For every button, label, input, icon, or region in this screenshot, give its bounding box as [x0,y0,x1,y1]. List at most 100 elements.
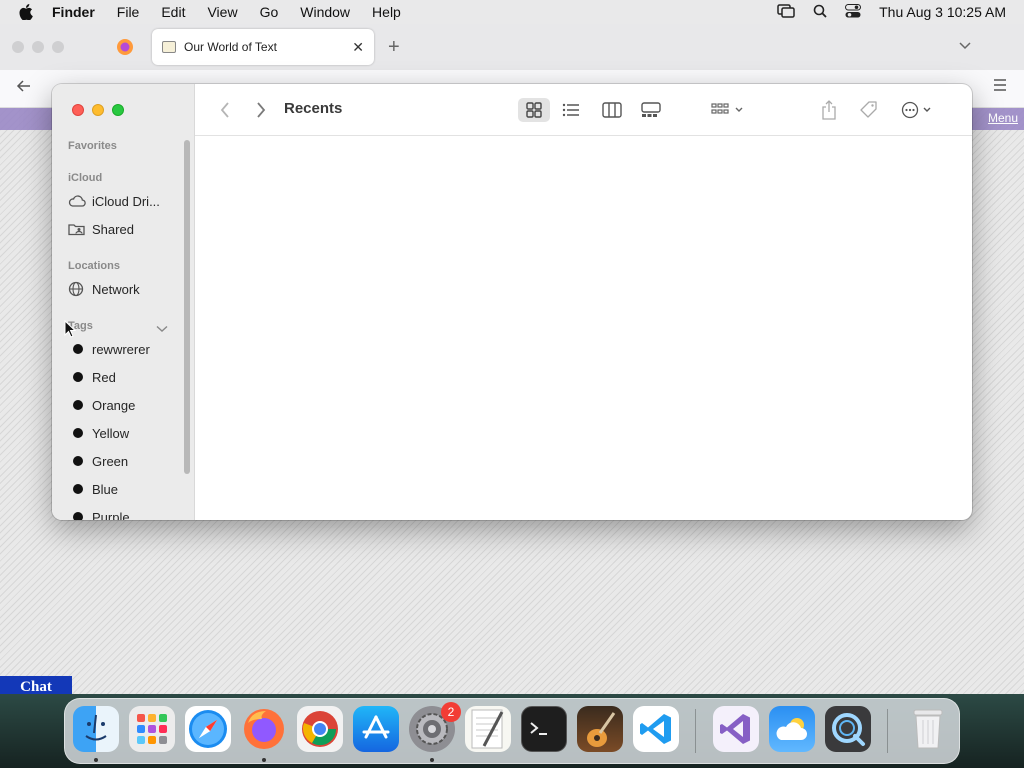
tag-label: Orange [92,397,136,413]
sidebar-header-favorites[interactable]: Favorites [68,140,117,152]
tag-dot-icon [73,456,83,466]
menu-go[interactable]: Go [260,4,279,20]
app-store-dock-icon[interactable] [353,706,399,752]
more-icon[interactable] [899,98,939,122]
spotlight-search-icon[interactable] [813,4,827,21]
textedit-dock-icon[interactable] [465,706,511,752]
screen-mirroring-icon[interactable] [777,3,795,21]
tag-icon[interactable] [857,98,881,122]
finder-window: Favorites iCloud iCloud Dri... Shared Lo… [52,84,972,520]
menu-edit[interactable]: Edit [161,4,185,20]
vscode-dock-icon[interactable] [633,706,679,752]
tag-label: Yellow [92,425,130,441]
column-view-icon[interactable] [597,98,627,122]
sidebar-tag-item[interactable]: Green [68,450,180,472]
zoom-button[interactable] [112,104,124,116]
quicktime-dock-icon[interactable] [825,706,871,752]
menu-app-finder[interactable]: Finder [52,4,95,20]
tag-dot-icon [73,512,83,520]
sidebar-tag-item[interactable]: Red [68,366,180,388]
sidebar-item-label: Network [92,281,140,297]
sidebar-tag-item[interactable]: Yellow [68,422,180,444]
file-browser-area[interactable] [195,136,972,520]
running-indicator [94,758,98,762]
running-indicator [430,758,434,762]
sidebar-header-icloud[interactable]: iCloud [68,172,102,184]
garageband-dock-icon[interactable] [577,706,623,752]
terminal-dock-icon[interactable] [521,706,567,752]
sidebar-item-label: Shared [92,221,134,237]
launchpad-dock-icon[interactable] [129,706,175,752]
menu-file[interactable]: File [117,4,140,20]
sidebar-tag-item[interactable]: Orange [68,394,180,416]
menu-clock[interactable]: Thu Aug 3 10:25 AM [879,4,1006,20]
finder-dock-icon[interactable] [73,706,119,752]
weather-dock-icon[interactable] [769,706,815,752]
dock-separator [695,709,696,753]
firefox-view-icon[interactable] [116,38,134,56]
tab-favicon-icon [162,41,176,53]
tab-list-chevron-icon[interactable] [958,38,972,56]
safari-dock-icon[interactable] [185,706,231,752]
icon-view-icon[interactable] [518,98,550,122]
sidebar-item-network[interactable]: Network [68,278,180,300]
close-button[interactable] [72,104,84,116]
finder-window-controls [72,104,124,116]
dock: 2 [64,698,960,764]
trash-dock-icon[interactable] [905,706,951,752]
sidebar-item-shared[interactable]: Shared [68,218,180,240]
tag-label: rewwrerer [92,341,150,357]
apple-menu-icon[interactable] [0,4,52,20]
tag-label: Red [92,369,116,385]
list-view-icon[interactable] [557,98,585,122]
sidebar-scrollbar[interactable] [184,140,190,474]
browser-zoom-button[interactable] [52,41,64,53]
back-icon[interactable] [215,98,235,122]
tags-collapse-chevron-icon[interactable] [156,320,168,338]
menu-window[interactable]: Window [300,4,350,20]
notification-badge: 2 [441,702,461,722]
browser-tab[interactable]: Our World of Text ✕ [152,29,374,65]
tag-label: Green [92,453,129,469]
gallery-view-icon[interactable] [635,98,667,122]
sidebar-tag-item[interactable]: Purple [68,506,180,520]
tag-label: Purple [92,509,130,521]
mouse-pointer-icon [64,320,76,338]
browser-minimize-button[interactable] [32,41,44,53]
tag-dot-icon [73,428,83,438]
menu-help[interactable]: Help [372,4,401,20]
new-tab-icon[interactable]: + [388,36,400,59]
share-icon[interactable] [817,98,841,122]
finder-sidebar: Favorites iCloud iCloud Dri... Shared Lo… [52,84,195,520]
browser-window-controls[interactable] [12,41,64,53]
sidebar-item-label: iCloud Dri... [92,193,160,209]
chrome-dock-icon[interactable] [297,706,343,752]
tab-close-icon[interactable]: ✕ [352,39,364,56]
sidebar-tag-item[interactable]: rewwrerer [68,338,180,360]
cloud-icon [68,195,92,207]
finder-content: Recents [195,84,972,520]
menu-view[interactable]: View [207,4,237,20]
sidebar-tag-item[interactable]: Blue [68,478,180,500]
globe-icon [68,281,92,297]
control-center-icon[interactable] [845,3,862,21]
browser-menu-icon[interactable] [992,78,1008,97]
window-title: Recents [284,100,343,117]
tag-label: Blue [92,481,119,497]
tag-dot-icon [73,372,83,382]
page-menu-link[interactable]: Menu [988,111,1018,125]
tag-dot-icon [73,484,83,494]
forward-icon[interactable] [251,98,271,122]
shared-folder-icon [68,222,92,236]
tag-dot-icon [73,344,83,354]
sidebar-header-locations[interactable]: Locations [68,260,120,272]
visual-studio-dock-icon[interactable] [713,706,759,752]
browser-close-button[interactable] [12,41,24,53]
sidebar-item-icloud-drive[interactable]: iCloud Dri... [68,190,180,212]
tab-strip: Our World of Text ✕ + [0,24,1024,70]
group-icon[interactable] [709,98,749,122]
minimize-button[interactable] [92,104,104,116]
tag-dot-icon [73,400,83,410]
firefox-dock-icon[interactable] [241,706,287,752]
browser-back-icon[interactable] [16,78,32,99]
